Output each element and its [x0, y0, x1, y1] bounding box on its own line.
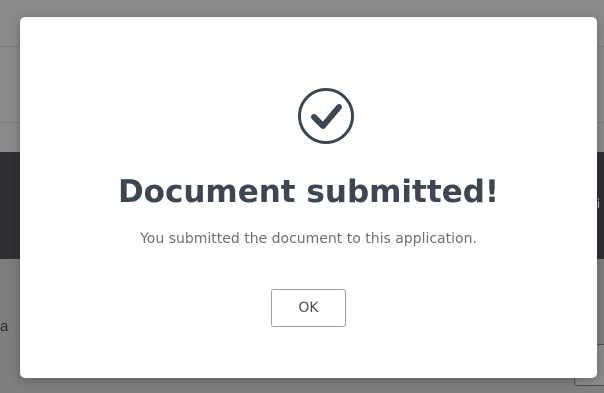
background-text-fragment: i [597, 196, 600, 211]
background-text-fragment: a [0, 318, 9, 335]
check-circle-icon [297, 87, 355, 145]
ok-button[interactable]: OK [271, 289, 346, 327]
dialog-message: You submitted the document to this appli… [140, 231, 477, 247]
dialog-title: Document submitted! [117, 174, 500, 210]
